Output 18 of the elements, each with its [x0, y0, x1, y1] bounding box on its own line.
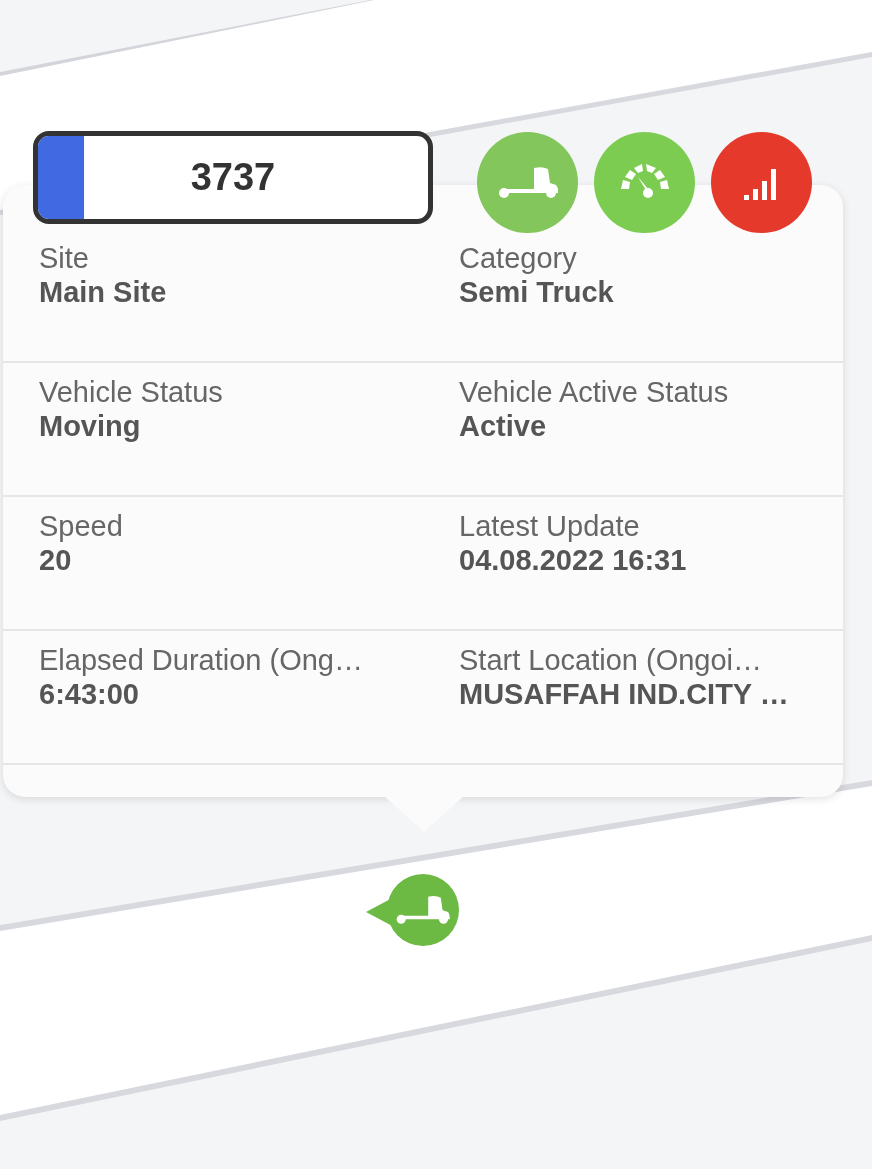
field-value: 04.08.2022 16:31: [459, 543, 687, 577]
field-label: Latest Update: [459, 509, 640, 543]
field-label: Category: [459, 241, 577, 275]
field-value: Semi Truck: [459, 275, 614, 309]
field-label: Speed: [39, 509, 123, 543]
field-value: Moving: [39, 409, 141, 443]
field-label: Vehicle Active Status: [459, 375, 729, 409]
field-label: Elapsed Duration (Ong…: [39, 643, 363, 677]
plate-label: 3737: [33, 131, 433, 224]
field-value: Main Site: [39, 275, 167, 309]
field-value: MUSAFFAH IND.CITY …: [459, 677, 789, 711]
field-label: Start Location (Ongoi…: [459, 643, 763, 677]
field-value: 6:43:00: [39, 677, 139, 711]
field-value: 20: [39, 543, 72, 577]
field-value: Active: [459, 409, 547, 443]
field-label: Vehicle Status: [39, 375, 223, 409]
vehicle-marker[interactable]: [364, 873, 460, 949]
field-label: Site: [39, 241, 89, 275]
